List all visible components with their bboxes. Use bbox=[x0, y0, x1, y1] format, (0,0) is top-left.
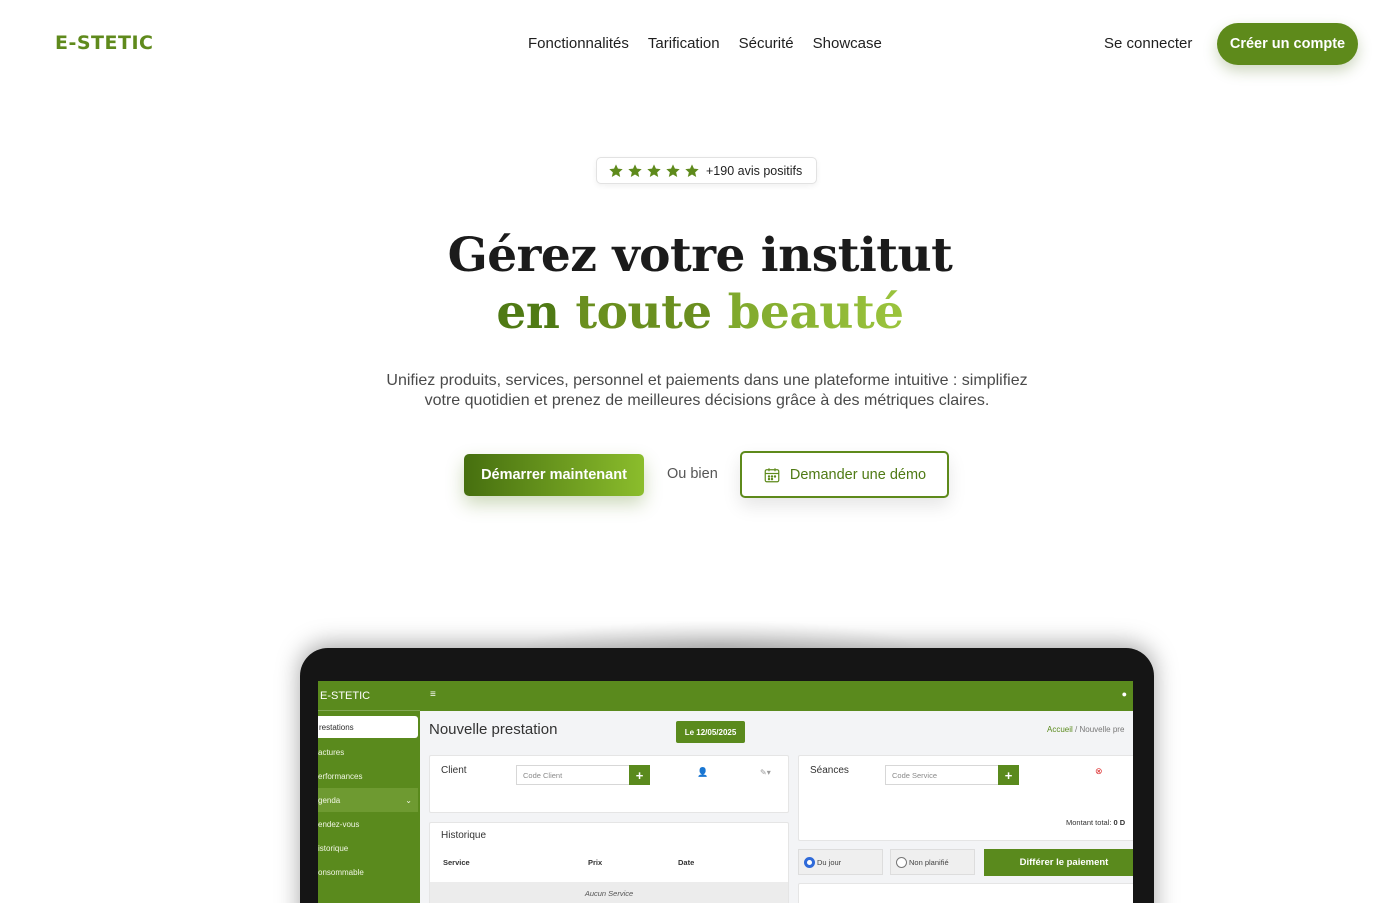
rating-stars bbox=[608, 163, 700, 179]
laptop-mockup: E-STETIC restations actures erformances … bbox=[300, 648, 1154, 903]
sidebar-item-prestations[interactable]: restations bbox=[318, 716, 418, 738]
sidebar-item-agenda-label: genda bbox=[318, 795, 341, 805]
star-icon bbox=[685, 163, 699, 177]
request-demo-button[interactable]: Demander une démo bbox=[740, 451, 949, 498]
column-header-date[interactable]: Date bbox=[678, 858, 694, 867]
page-title: Nouvelle prestation bbox=[429, 721, 558, 738]
create-account-button[interactable]: Créer un compte bbox=[1217, 23, 1358, 65]
sidebar-item-agenda[interactable]: genda ⌄ bbox=[318, 788, 418, 812]
star-icon bbox=[628, 163, 642, 177]
empty-table-row: Aucun Service bbox=[430, 882, 788, 903]
nav-link-security[interactable]: Sécurité bbox=[739, 35, 794, 52]
app-topbar: ≡ ● bbox=[420, 681, 1133, 711]
hero-title-word-toute: toute bbox=[575, 285, 712, 340]
reviews-badge: +190 avis positifs bbox=[596, 157, 817, 184]
sidebar-item-factures[interactable]: actures bbox=[318, 740, 420, 764]
defer-payment-button[interactable]: Différer le paiement bbox=[984, 849, 1133, 876]
brand-logo[interactable]: E-STETIC bbox=[55, 32, 153, 54]
radio-non-planifie[interactable]: Non planifié bbox=[890, 849, 975, 875]
sidebar-item-performances[interactable]: erformances bbox=[318, 764, 420, 788]
hero-subtitle-line2: votre quotidien et prenez de meilleures … bbox=[424, 392, 990, 409]
historique-label: Historique bbox=[441, 830, 487, 841]
add-user-icon[interactable]: 👤 bbox=[697, 767, 708, 778]
sidebar-item-rendez-vous[interactable]: endez-vous bbox=[318, 812, 420, 836]
sidebar-item-historique[interactable]: istorique bbox=[318, 836, 420, 860]
date-badge: Le 12/05/2025 bbox=[676, 721, 745, 743]
nav-link-showcase[interactable]: Showcase bbox=[813, 35, 882, 52]
breadcrumb-separator: / bbox=[1075, 725, 1078, 734]
seances-card: Séances Code Service + ⊗ bbox=[798, 755, 1133, 841]
client-label: Client bbox=[441, 765, 467, 776]
total-label: Montant total: bbox=[1066, 818, 1112, 827]
start-now-button[interactable]: Démarrer maintenant bbox=[464, 454, 644, 496]
breadcrumb-home[interactable]: Accueil bbox=[1047, 725, 1073, 734]
total-value: 0 D bbox=[1113, 818, 1126, 827]
radio-non-planifie-label: Non planifié bbox=[909, 857, 949, 867]
chevron-down-icon: ⌄ bbox=[405, 795, 412, 805]
app-sidebar: E-STETIC restations actures erformances … bbox=[318, 681, 420, 903]
calendar-icon bbox=[764, 467, 780, 482]
sidebar-item-consommable[interactable]: onsommable bbox=[318, 860, 420, 884]
hero-title-word-beaute: beauté bbox=[727, 285, 905, 340]
client-code-input[interactable]: Code Client bbox=[516, 765, 630, 785]
radio-du-jour-label: Du jour bbox=[817, 857, 842, 867]
request-demo-label: Demander une démo bbox=[789, 466, 927, 483]
user-icon[interactable]: ● bbox=[1122, 689, 1127, 699]
total-amount: Montant total: 0 D bbox=[1066, 818, 1125, 827]
hero-title-line2: en toute beauté bbox=[0, 285, 1400, 340]
radio-checked bbox=[804, 856, 815, 868]
breadcrumb: Accueil / Nouvelle pre bbox=[1047, 725, 1124, 734]
signin-link[interactable]: Se connecter bbox=[1104, 35, 1192, 52]
nav-link-pricing[interactable]: Tarification bbox=[648, 35, 720, 52]
app-screenshot: E-STETIC restations actures erformances … bbox=[318, 681, 1133, 903]
column-header-prix[interactable]: Prix bbox=[588, 858, 602, 867]
nav-link-features[interactable]: Fonctionnalités bbox=[528, 35, 629, 52]
remove-icon[interactable]: ⊗ bbox=[1095, 766, 1103, 777]
breadcrumb-current: Nouvelle pre bbox=[1079, 725, 1125, 734]
seances-label: Séances bbox=[810, 765, 849, 776]
radio-unchecked bbox=[896, 856, 907, 868]
add-client-button[interactable]: + bbox=[629, 765, 650, 785]
payment-card bbox=[798, 883, 1133, 903]
hero-title-word-en: en bbox=[496, 285, 560, 340]
historique-card: Historique Service Prix Date Aucun Servi… bbox=[429, 822, 789, 903]
hero-subtitle: Unifiez produits, services, personnel et… bbox=[350, 371, 1064, 411]
tools-icon[interactable]: ✎▾ bbox=[760, 768, 771, 777]
star-icon bbox=[609, 163, 623, 177]
service-code-input[interactable]: Code Service bbox=[885, 765, 999, 785]
hero-subtitle-line1: Unifiez produits, services, personnel et… bbox=[386, 372, 1028, 389]
star-icon bbox=[647, 163, 661, 177]
top-navigation: E-STETIC Fonctionnalités Tarification Sé… bbox=[0, 0, 1400, 88]
radio-du-jour[interactable]: Du jour bbox=[798, 849, 883, 875]
client-card: Client Code Client + 👤 ✎▾ bbox=[429, 755, 789, 813]
main-menu: Fonctionnalités Tarification Sécurité Sh… bbox=[528, 35, 882, 52]
hero-title-line1: Gérez votre institut bbox=[447, 228, 953, 283]
app-brand: E-STETIC bbox=[318, 681, 420, 711]
or-text: Ou bien bbox=[667, 466, 718, 482]
add-service-button[interactable]: + bbox=[998, 765, 1019, 785]
reviews-count-text: +190 avis positifs bbox=[706, 163, 803, 178]
star-icon bbox=[666, 163, 680, 177]
hamburger-icon[interactable]: ≡ bbox=[430, 689, 436, 700]
column-header-service[interactable]: Service bbox=[443, 858, 470, 867]
